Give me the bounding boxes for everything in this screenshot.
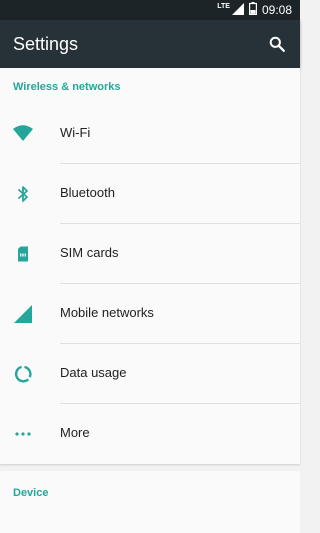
settings-item-bluetooth[interactable]: Bluetooth — [0, 164, 300, 224]
settings-item-sim-cards[interactable]: SIM cards — [0, 224, 300, 284]
app-bar: Settings — [0, 20, 300, 68]
section-header-device: Device — [13, 487, 49, 499]
sim-card-icon — [12, 243, 34, 265]
settings-item-label: Wi-Fi — [60, 125, 91, 140]
wifi-icon — [12, 123, 34, 145]
settings-item-label: Bluetooth — [60, 185, 115, 200]
settings-item-label: Data usage — [60, 365, 127, 380]
settings-item-more[interactable]: More — [0, 404, 300, 464]
settings-item-label: More — [60, 425, 90, 440]
device-section: Device — [0, 471, 300, 533]
status-bar: LTE 09:08 — [0, 0, 300, 20]
battery-icon — [248, 2, 257, 18]
settings-item-label: Mobile networks — [60, 305, 154, 320]
search-button[interactable] — [266, 33, 288, 55]
search-icon — [269, 36, 285, 52]
settings-item-label: SIM cards — [60, 245, 119, 260]
status-icons: LTE 09:08 — [217, 0, 292, 20]
signal-icon — [231, 2, 244, 18]
section-header-wireless: Wireless & networks — [13, 81, 121, 93]
network-type-label: LTE — [217, 2, 230, 10]
data-usage-icon — [12, 363, 34, 385]
page-title: Settings — [13, 34, 79, 54]
mobile-signal-icon — [12, 303, 34, 325]
more-dots-icon — [12, 423, 34, 445]
bluetooth-icon — [12, 183, 34, 205]
wireless-networks-section: Wireless & networks Wi-Fi Bluetooth SIM … — [0, 68, 300, 464]
settings-item-wifi[interactable]: Wi-Fi — [0, 104, 300, 164]
clock: 09:08 — [261, 3, 292, 17]
settings-item-data-usage[interactable]: Data usage — [0, 344, 300, 404]
settings-item-mobile-networks[interactable]: Mobile networks — [0, 284, 300, 344]
